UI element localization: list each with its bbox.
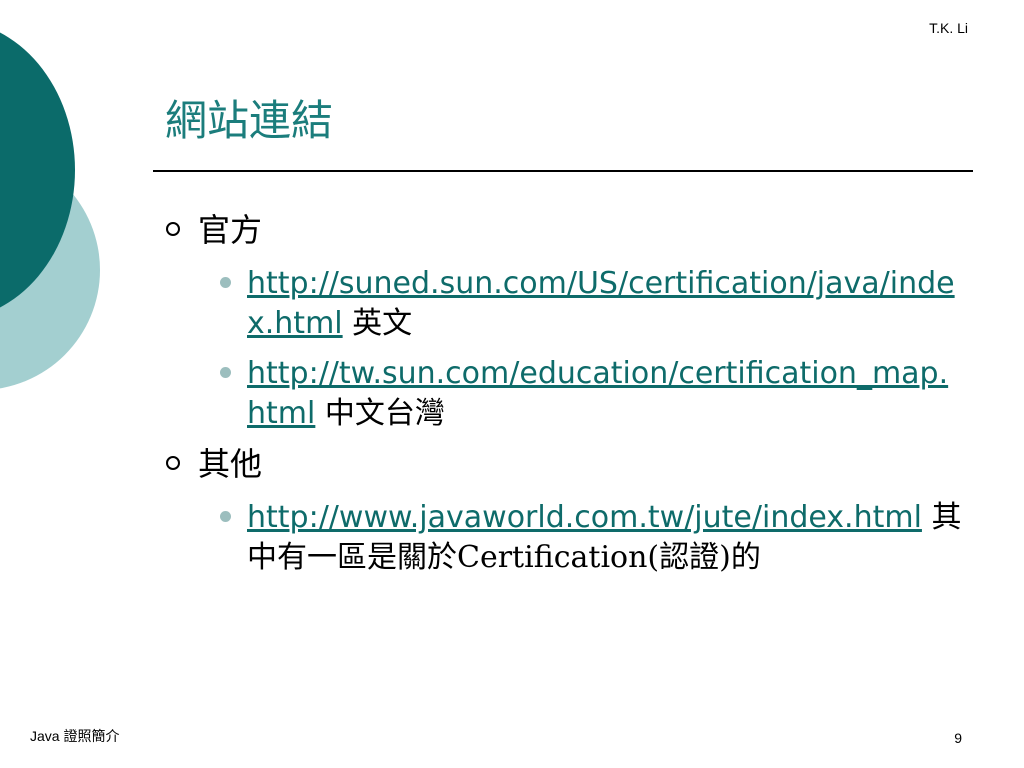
bullet-list: 官方 http://suned.sun.com/US/certification…: [160, 210, 990, 588]
link-note: 中文台灣: [315, 396, 445, 431]
title-divider: [153, 170, 973, 172]
link-note: 英文: [342, 306, 413, 341]
link-javaworld[interactable]: http://www.javaworld.com.tw/jute/index.h…: [247, 500, 922, 535]
dot-bullet-icon: [220, 367, 231, 378]
list-item: http://tw.sun.com/education/certificatio…: [220, 354, 990, 434]
section-other: 其他: [160, 444, 990, 484]
section-label: 官方: [198, 211, 263, 249]
list-item: http://suned.sun.com/US/certification/ja…: [220, 264, 990, 344]
slide-title: 網站連結: [165, 96, 334, 145]
author-label: T.K. Li: [929, 20, 968, 36]
list-item: http://www.javaworld.com.tw/jute/index.h…: [220, 498, 990, 578]
circle-bullet-icon: [166, 456, 180, 470]
page-number: 9: [954, 730, 962, 746]
circle-bullet-icon: [166, 222, 180, 236]
slide: T.K. Li 網站連結 官方 http://suned.sun.com/US/…: [0, 0, 1024, 768]
dot-bullet-icon: [220, 511, 231, 522]
dot-bullet-icon: [220, 277, 231, 288]
section-label: 其他: [198, 445, 263, 483]
footer-course-title: Java 證照簡介: [30, 728, 120, 744]
section-official: 官方: [160, 210, 990, 250]
